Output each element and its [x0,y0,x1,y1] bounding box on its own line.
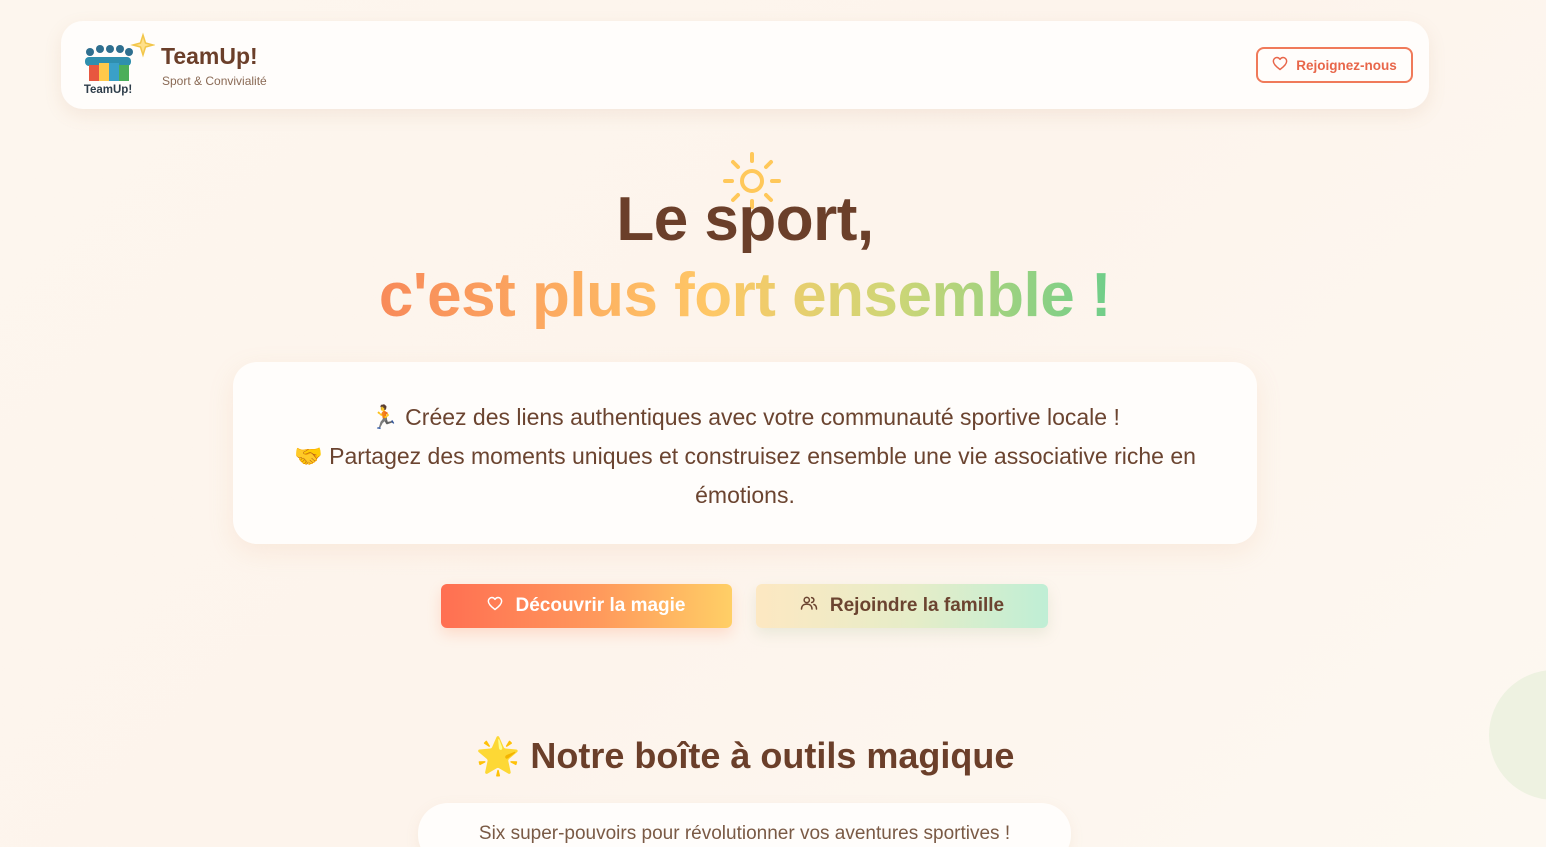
intro-line-2: 🤝 Partagez des moments uniques et constr… [294,443,1196,508]
brand-title: TeamUp! [161,43,258,69]
users-icon [800,595,818,617]
decorative-circle [1489,670,1546,800]
hero-title-line1: Le sport, [616,185,874,254]
intro-line-1: 🏃 Créez des liens authentiques avec votr… [370,404,1120,430]
discover-button-label: Découvrir la magie [515,595,686,616]
join-family-button[interactable]: Rejoindre la famille [756,584,1048,628]
heart-icon [487,595,503,617]
logo-text: TeamUp! [84,84,132,96]
tools-section-title: 🌟 Notre boîte à outils magique [0,735,1490,777]
brand-subtitle: Sport & Convivialité [162,74,267,88]
hero-title-line2: c'est plus fort ensemble ! [0,260,1490,331]
heart-icon [1272,56,1288,74]
join-button[interactable]: Rejoignez-nous [1256,47,1413,83]
star-icon: 🌟 [475,735,521,776]
intro-card: 🏃 Créez des liens authentiques avec votr… [233,362,1257,544]
join-family-button-label: Rejoindre la famille [829,595,1005,616]
tools-section-title-text: Notre boîte à outils magique [530,735,1015,776]
top-nav: TeamUp! TeamUp! Sport & Convivialité Rej… [61,21,1429,109]
discover-button[interactable]: Découvrir la magie [441,584,732,628]
join-button-label: Rejoignez-nous [1296,57,1397,73]
tools-section-subtitle: Six super-pouvoirs pour révolutionner vo… [418,803,1071,847]
hero-gradient-text: c'est plus fort ensemble ! [378,261,1112,330]
teamup-logo[interactable]: TeamUp! [81,29,156,103]
